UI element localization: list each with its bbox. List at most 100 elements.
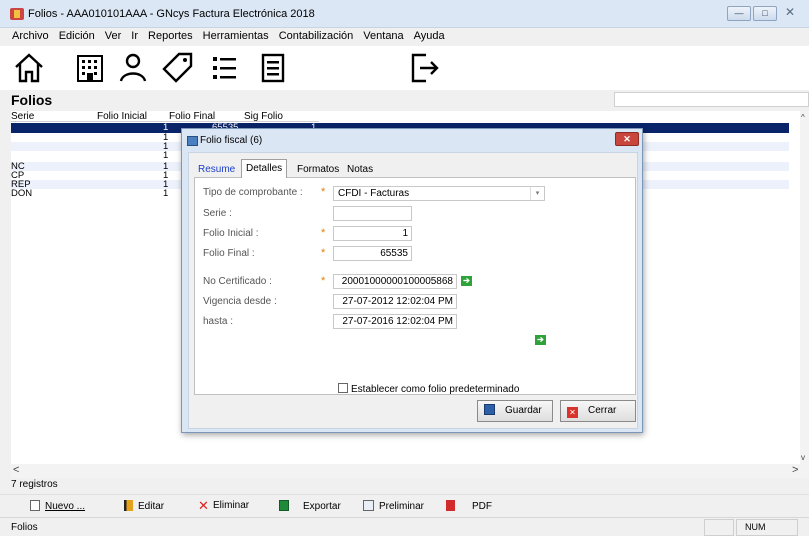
menu-reportes[interactable]: Reportes (143, 28, 198, 46)
label-hasta: hasta : (203, 316, 234, 327)
no-certificado-field[interactable]: 20001000000100005868 (333, 274, 457, 289)
building-icon[interactable] (72, 50, 108, 86)
scroll-right-icon[interactable]: > (792, 464, 798, 476)
folio-final-field[interactable]: 65535 (333, 246, 412, 261)
vertical-scrollbar[interactable]: ^ v (800, 111, 809, 464)
guardar-label: Guardar (505, 405, 542, 416)
status-text: Folios (11, 522, 38, 533)
document-icon[interactable] (255, 50, 291, 86)
required-mark: * (321, 227, 326, 239)
hasta-field[interactable]: 27-07-2016 12:02:04 PM (333, 314, 457, 329)
tab-resume[interactable]: Resume (194, 161, 239, 178)
tag-icon[interactable] (160, 50, 196, 86)
preview-label: Preliminar (379, 501, 425, 512)
save-icon (484, 404, 495, 415)
folio-inicial-field[interactable]: 1 (333, 226, 412, 241)
menu-ventana[interactable]: Ventana (358, 28, 408, 46)
minimize-button[interactable]: — (727, 6, 751, 21)
label-tipo: Tipo de comprobante : (203, 187, 303, 198)
dialog-icon (187, 136, 198, 146)
label-serie: Serie : (203, 208, 232, 219)
menu-bar: Archivo Edición Ver Ir Reportes Herramientas C… (0, 28, 809, 46)
menu-contabilizacion[interactable]: Contabilización (274, 28, 359, 46)
page-title: Folios (11, 92, 53, 108)
preview-button[interactable]: Preliminar (363, 500, 424, 514)
status-bar: Folios NUM (0, 517, 809, 536)
page-header: Folios (0, 90, 809, 109)
window-controls: — □ ✕ (727, 6, 801, 22)
tab-detalles[interactable]: Detalles (241, 159, 288, 178)
label-folio-inicial: Folio Inicial : (203, 228, 259, 239)
maximize-button[interactable]: □ (753, 6, 777, 21)
delete-button[interactable]: ✕ Eliminar (198, 498, 250, 514)
scroll-up-icon[interactable]: ^ (801, 113, 805, 122)
horizontal-scrollbar[interactable]: < > (11, 464, 809, 478)
vigencia-desde-field[interactable]: 27-07-2012 12:02:04 PM (333, 294, 457, 309)
cerrar-button[interactable]: ✕ Cerrar (560, 400, 636, 422)
cell-folio-inicial: 1 (163, 122, 169, 133)
window-title: Folios - AAA010101AAA - GNcys Factura El… (28, 8, 315, 20)
serie-field[interactable] (333, 206, 412, 221)
tab-notas[interactable]: Notas (343, 161, 377, 178)
details-panel: Tipo de comprobante : * CFDI - Facturas … (194, 177, 636, 395)
edit-button[interactable]: Editar (124, 500, 164, 514)
record-count: 7 registros (11, 479, 58, 490)
title-bar: Folios - AAA010101AAA - GNcys Factura El… (0, 0, 809, 28)
tipo-comprobante-select[interactable]: CFDI - Facturas ▾ (333, 186, 545, 201)
new-button[interactable]: Nuevo ... (30, 500, 85, 514)
label-folio-final: Folio Final : (203, 248, 255, 259)
guardar-button[interactable]: Guardar (477, 400, 553, 422)
action-bar: Nuevo ... Editar ✕ Eliminar Exportar Prel… (0, 494, 809, 516)
pdf-icon (446, 500, 455, 511)
cell-folio-inicial: 1 (163, 188, 169, 199)
required-mark: * (321, 247, 326, 259)
menu-herramientas[interactable]: Herramientas (198, 28, 274, 46)
chevron-down-icon[interactable]: ▾ (530, 187, 544, 200)
new-document-icon (30, 500, 40, 511)
col-sig-folio[interactable]: Sig Folio (244, 111, 283, 122)
arrow-right-icon[interactable]: ➔ (461, 276, 472, 286)
exit-icon[interactable] (406, 50, 442, 86)
toolbar (0, 46, 809, 90)
tab-formatos[interactable]: Formatos (293, 161, 343, 178)
arrow-right-icon[interactable]: ➔ (535, 335, 546, 345)
search-input[interactable] (614, 92, 809, 107)
required-mark: * (321, 275, 326, 287)
menu-ir[interactable]: Ir (126, 28, 143, 46)
dialog-close-button[interactable]: ✕ (615, 132, 639, 146)
menu-ayuda[interactable]: Ayuda (409, 28, 450, 46)
main-window: Folios - AAA010101AAA - GNcys Factura El… (0, 0, 809, 536)
close-x-icon: ✕ (567, 407, 578, 418)
menu-archivo[interactable]: Archivo (0, 28, 54, 46)
checkbox-box[interactable] (338, 383, 348, 393)
scroll-down-icon[interactable]: v (801, 453, 805, 462)
edit-label: Editar (138, 501, 165, 512)
cerrar-label: Cerrar (588, 405, 617, 416)
cell-serie: DON (11, 188, 33, 199)
status-cell (704, 519, 734, 536)
col-folio-final[interactable]: Folio Final (169, 111, 215, 122)
home-icon[interactable] (11, 50, 47, 86)
col-folio-inicial[interactable]: Folio Inicial (97, 111, 147, 122)
delete-label: Eliminar (213, 500, 250, 511)
close-window-button[interactable]: ✕ (779, 6, 801, 21)
menu-ver[interactable]: Ver (100, 28, 127, 46)
scroll-left-icon[interactable]: < (13, 464, 19, 476)
export-button[interactable]: Exportar (279, 500, 341, 514)
folio-fiscal-dialog: Folio fiscal (6) ✕ Resume Detalles Forma… (181, 128, 643, 433)
default-folio-checkbox[interactable]: Establecer como folio predeterminado (338, 383, 519, 395)
cell-folio-inicial: 1 (163, 150, 169, 161)
label-vigencia-desde: Vigencia desde : (203, 296, 277, 307)
preview-icon (363, 500, 374, 511)
list-icon[interactable] (206, 50, 242, 86)
dialog-title: Folio fiscal (6) (200, 135, 263, 146)
person-icon[interactable] (115, 50, 151, 86)
edit-icon (124, 500, 133, 511)
required-mark: * (321, 186, 326, 198)
num-lock-indicator: NUM (736, 519, 798, 536)
pdf-button[interactable]: PDF (446, 500, 492, 514)
col-serie[interactable]: Serie (11, 111, 34, 122)
menu-edicion[interactable]: Edición (54, 28, 100, 46)
label-no-certificado: No Certificado : (203, 276, 272, 287)
delete-x-icon: ✕ (198, 498, 209, 513)
